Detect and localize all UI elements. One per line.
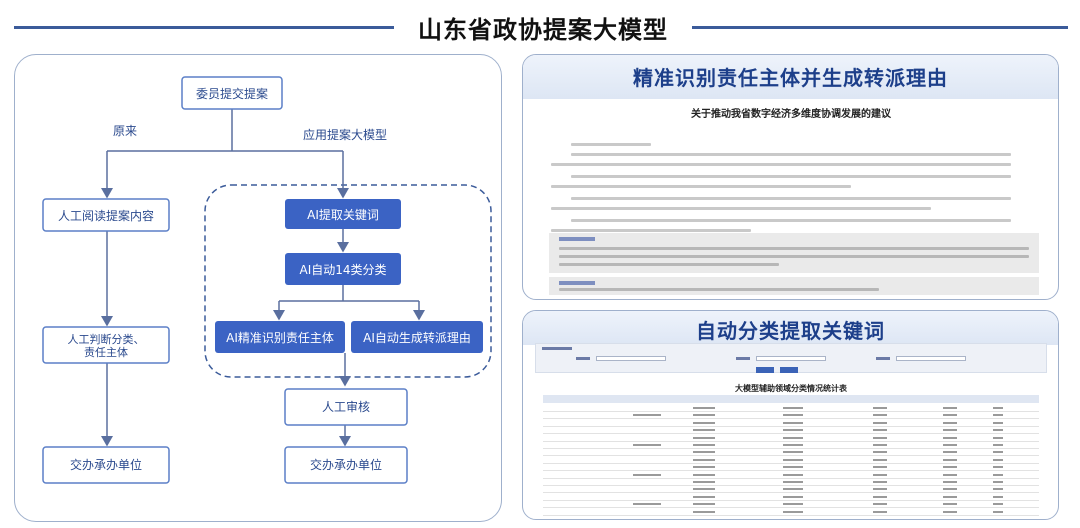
table-row — [543, 442, 1039, 449]
identify-panel-header: 精准识别责任主体并生成转派理由 — [523, 55, 1058, 99]
table-row — [543, 457, 1039, 464]
table-row — [543, 501, 1039, 509]
manual-review-label: 人工审核 — [322, 399, 370, 414]
document-title: 关于推动我省数字经济多维度协调发展的建议 — [691, 109, 891, 120]
extracted-section-2 — [549, 277, 1039, 295]
export-button[interactable] — [780, 367, 798, 373]
table-row — [543, 420, 1039, 427]
table-row — [543, 494, 1039, 501]
classify-panel: 自动分类提取关键词 大模型辅助领域分类情况统计表 — [522, 310, 1059, 520]
flow-diagram: 委员提交提案 原来 应用提案大模型 人工阅读提案内容 人工判断分类、责任主体 交… — [42, 76, 492, 484]
identify-panel: 精准识别责任主体并生成转派理由 关于推动我省数字经济多维度协调发展的建议 — [522, 54, 1059, 300]
title-bar: 山东省政协提案大模型 — [0, 0, 1080, 50]
search-button[interactable] — [756, 367, 774, 373]
table-row — [543, 427, 1039, 435]
table-row — [543, 509, 1039, 516]
identify-panel-title: 精准识别责任主体并生成转派理由 — [633, 66, 948, 90]
classify-panel-header: 自动分类提取关键词 — [523, 311, 1058, 345]
ai-classify-label: AI自动14类分类 — [299, 263, 386, 277]
table-header — [543, 395, 1039, 403]
manual-read-label: 人工阅读提案内容 — [58, 208, 154, 223]
ai-identify-label: AI精准识别责任主体 — [226, 331, 334, 345]
table-row — [543, 464, 1039, 472]
assign-left-label: 交办承办单位 — [70, 457, 142, 472]
proposal-document-preview: 关于推动我省数字经济多维度协调发展的建议 — [531, 99, 1051, 295]
page-title: 山东省政协提案大模型 — [418, 16, 668, 44]
ai-keyword-label: AI提取关键词 — [307, 207, 379, 222]
table-row — [543, 479, 1039, 486]
extracted-section-1 — [549, 233, 1039, 273]
table-row — [543, 412, 1039, 420]
branch-original-label: 原来 — [113, 124, 137, 138]
title-line-right — [692, 26, 1068, 29]
assign-right-label: 交办承办单位 — [310, 457, 382, 472]
table-row — [543, 486, 1039, 494]
title-line-left — [14, 26, 394, 29]
classification-table-preview: 大模型辅助领域分类情况统计表 — [535, 343, 1047, 519]
classify-panel-title: 自动分类提取关键词 — [696, 319, 885, 343]
start-box-label: 委员提交提案 — [196, 86, 268, 101]
table-row — [543, 472, 1039, 479]
flow-panel: 委员提交提案 原来 应用提案大模型 人工阅读提案内容 人工判断分类、责任主体 交… — [14, 54, 502, 522]
ai-reason-label: AI自动生成转派理由 — [363, 330, 471, 345]
table-row — [543, 405, 1039, 412]
filter-box — [535, 343, 1047, 373]
table-row — [543, 449, 1039, 457]
table-row — [543, 435, 1039, 442]
branch-new-label: 应用提案大模型 — [303, 127, 387, 142]
table-title: 大模型辅助领域分类情况统计表 — [735, 384, 847, 393]
